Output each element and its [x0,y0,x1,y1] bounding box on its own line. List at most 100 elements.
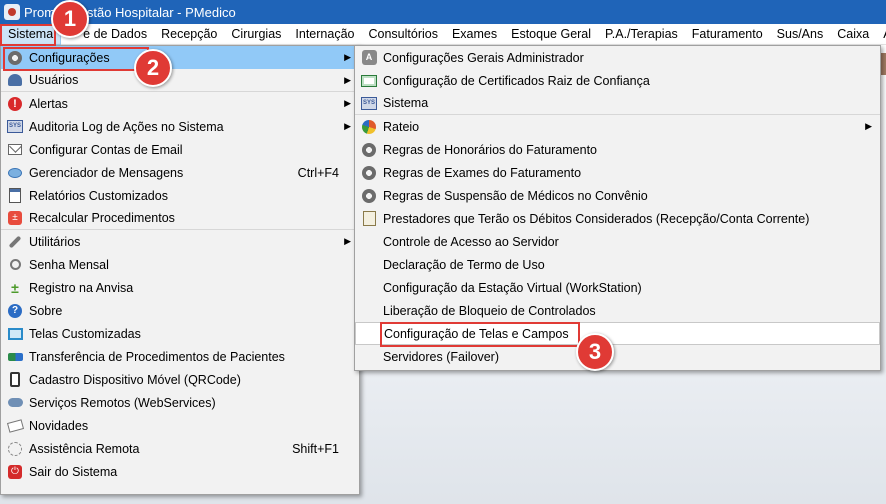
submenu-item-regras-honorarios[interactable]: Regras de Honorários do Faturamento [355,138,880,161]
menu-item-label: Sistema [383,96,429,110]
menu-item-label: Sobre [29,303,63,318]
gear-icon [361,165,377,181]
menu-item-auditoria[interactable]: SYS Auditoria Log de Ações no Sistema ▶ [1,115,359,138]
users-icon [7,72,23,88]
menu-item-senha-mensal[interactable]: Senha Mensal [1,253,359,276]
blank-icon [362,326,378,342]
menu-item-label: Auditoria Log de Ações no Sistema [29,119,224,134]
menu-item-usuarios[interactable]: Usuários ▶ [1,69,359,92]
menu-item-utilitarios[interactable]: Utilitários ▶ [1,230,359,253]
menu-item-sobre[interactable]: ? Sobre [1,299,359,322]
submenu-item-regras-suspensao[interactable]: Regras de Suspensão de Médicos no Convên… [355,184,880,207]
submenu-item-bloqueio-controlados[interactable]: Liberação de Bloqueio de Controlados [355,299,880,322]
menu-item-label: Senha Mensal [29,257,109,272]
menu-internacao[interactable]: Internação [288,24,361,45]
menu-a[interactable]: A [876,24,886,45]
submenu-item-controle-acesso[interactable]: Controle de Acesso ao Servidor [355,230,880,253]
menu-item-label: Regras de Exames do Faturamento [383,165,582,180]
submenu-item-estacao-virtual[interactable]: Configuração da Estação Virtual (WorkSta… [355,276,880,299]
blank-icon [361,257,377,273]
submenu-item-prestadores[interactable]: Prestadores que Terão os Débitos Conside… [355,207,880,230]
blank-icon [361,303,377,319]
menu-item-label: Telas Customizadas [29,326,141,341]
menu-item-label: Rateio [383,119,420,134]
menu-item-label: Novidades [29,418,89,433]
pie-icon [361,119,377,135]
menu-item-transferencia[interactable]: Transferência de Procedimentos de Pacien… [1,345,359,368]
menu-item-label: Alertas [29,96,68,111]
sistema-dropdown: Configurações ▶ Usuários ▶ ! Alertas ▶ S… [0,45,360,495]
callout-box-configuracoes [3,47,149,71]
wrench-icon [7,234,23,250]
callout-box-telas-campos [380,322,580,347]
menu-faturamento[interactable]: Faturamento [685,24,770,45]
menu-item-sair[interactable]: ⏻ Sair do Sistema [1,460,359,483]
plus-icon: ± [11,279,19,296]
gear-icon [361,142,377,158]
menu-estoque-geral[interactable]: Estoque Geral [504,24,598,45]
menu-item-servicos-remotos[interactable]: Serviços Remotos (WebServices) [1,391,359,414]
news-icon [6,418,24,434]
menu-consultorios[interactable]: Consultórios [361,24,444,45]
submenu-item-rateio[interactable]: Rateio ▶ [355,115,880,138]
shortcut-text: Shift+F1 [292,441,339,456]
menu-sus-ans[interactable]: Sus/Ans [770,24,831,45]
menu-item-label: Registro na Anvisa [29,280,134,295]
submenu-item-regras-exames[interactable]: Regras de Exames do Faturamento [355,161,880,184]
callout-badge-2: 2 [134,49,172,87]
menu-item-label: Configurar Contas de Email [29,142,183,157]
menu-exames[interactable]: Exames [445,24,504,45]
mail-icon [7,142,23,158]
menu-recepcao[interactable]: Recepção [154,24,224,45]
calculator-icon: ± [7,210,23,226]
submenu-item-servidores[interactable]: Servidores (Failover) [355,345,880,368]
menu-item-assistencia-remota[interactable]: Assistência Remota Shift+F1 [1,437,359,460]
title-bar: Prom... Gestão Hospitalar - PMedico [0,0,886,24]
transfer-icon [7,349,23,365]
menu-cirurgias[interactable]: Cirurgias [224,24,288,45]
menu-item-relatorios[interactable]: Relatórios Customizados [1,184,359,207]
menu-item-registro-anvisa[interactable]: ± Registro na Anvisa [1,276,359,299]
menu-item-label: Sair do Sistema [29,464,118,479]
menu-caixa[interactable]: Caixa [830,24,876,45]
blank-icon [361,280,377,296]
menu-item-label: Configuração da Estação Virtual (WorkSta… [383,280,642,295]
menu-item-gerenciador-mensagens[interactable]: Gerenciador de Mensagens Ctrl+F4 [1,161,359,184]
submenu-arrow-icon: ▶ [344,52,351,62]
menu-bar: Sistema e de Dados Recepção Cirurgias In… [0,23,886,45]
menu-item-novidades[interactable]: Novidades [1,414,359,437]
submenu-arrow-icon: ▶ [344,236,351,246]
submenu-arrow-icon: ▶ [344,121,351,131]
admin-icon: A [361,50,377,66]
menu-item-telas-customizadas[interactable]: Telas Customizadas [1,322,359,345]
menu-item-recalcular[interactable]: ± Recalcular Procedimentos [1,207,359,230]
menu-item-label: Serviços Remotos (WebServices) [29,395,216,410]
submenu-arrow-icon: ▶ [344,98,351,108]
submenu-item-sistema[interactable]: SYS Sistema [355,92,880,115]
menu-item-label: Utilitários [29,234,81,249]
menu-item-label: Usuários [29,73,79,87]
submenu-item-termo-uso[interactable]: Declaração de Termo de Uso [355,253,880,276]
menu-item-label: Controle de Acesso ao Servidor [383,234,559,249]
menu-item-label: Prestadores que Terão os Débitos Conside… [383,211,810,226]
menu-item-label: Recalcular Procedimentos [29,211,175,225]
menu-pa-terapias[interactable]: P.A./Terapias [598,24,685,45]
submenu-item-config-gerais[interactable]: A Configurações Gerais Administrador [355,46,880,69]
submenu-arrow-icon: ▶ [344,75,351,85]
menu-item-label: Transferência de Procedimentos de Pacien… [29,349,285,364]
menu-item-label: Gerenciador de Mensagens [29,165,184,180]
help-icon: ? [7,303,23,319]
blank-icon [361,234,377,250]
remote-icon [7,441,23,457]
document-icon [361,211,377,227]
menu-item-alertas[interactable]: ! Alertas ▶ [1,92,359,115]
menu-item-dispositivo-movel[interactable]: Cadastro Dispositivo Móvel (QRCode) [1,368,359,391]
callout-badge-1: 1 [51,0,89,38]
submenu-item-certificados[interactable]: Configuração de Certificados Raiz de Con… [355,69,880,92]
submenu-arrow-icon: ▶ [865,121,872,131]
callout-box-sistema [0,24,56,46]
menu-item-contas-email[interactable]: Configurar Contas de Email [1,138,359,161]
report-icon [7,188,23,204]
menu-item-label: Assistência Remota [29,441,140,456]
exit-icon: ⏻ [7,464,23,480]
